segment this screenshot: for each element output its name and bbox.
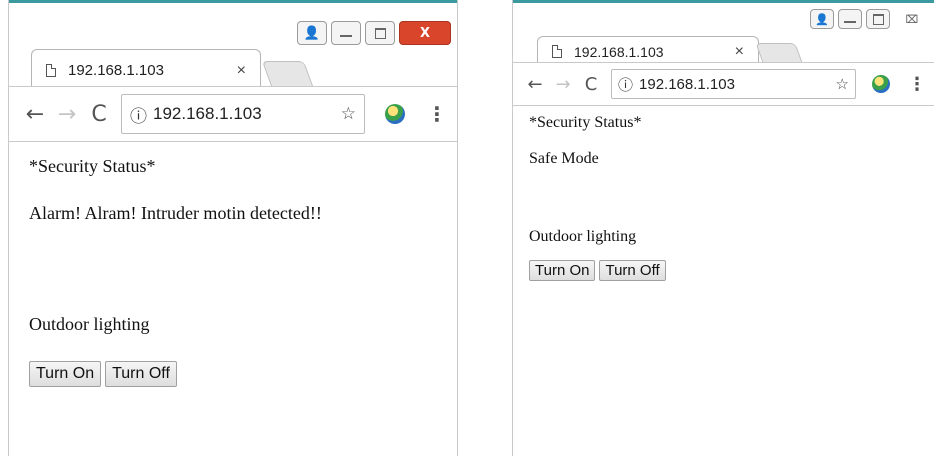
close-tab-icon[interactable]: × <box>237 62 246 80</box>
forward-button[interactable]: → <box>549 74 577 95</box>
browser-tab[interactable]: 192.168.1.103 × <box>31 49 261 91</box>
bookmark-star-icon[interactable]: ☆ <box>341 104 356 124</box>
user-profile-icon[interactable]: 👤 <box>297 21 327 45</box>
address-bar[interactable]: ⓘ 192.168.1.103 ☆ <box>611 69 856 99</box>
turn-off-button[interactable]: Turn Off <box>105 361 177 387</box>
forward-button[interactable]: → <box>51 102 83 127</box>
url-text[interactable]: 192.168.1.103 <box>639 76 836 93</box>
tab-title: 192.168.1.103 <box>68 62 164 79</box>
page-icon <box>46 64 56 77</box>
outdoor-lighting-label: Outdoor lighting <box>529 228 637 245</box>
new-tab-button[interactable] <box>755 43 803 63</box>
reload-button[interactable]: C <box>83 102 115 127</box>
security-status-message: Safe Mode <box>529 150 599 167</box>
turn-off-button[interactable]: Turn Off <box>599 260 666 281</box>
minimize-icon <box>340 35 352 37</box>
reload-button[interactable]: C <box>577 74 605 95</box>
close-tab-icon[interactable]: × <box>735 43 744 61</box>
security-status-heading: *Security Status* <box>529 114 642 131</box>
url-text[interactable]: 192.168.1.103 <box>153 104 341 124</box>
turn-on-button[interactable]: Turn On <box>29 361 102 387</box>
close-window-button[interactable]: X <box>399 21 451 45</box>
title-bar: 👤 X 192.168.1.103 × <box>9 0 457 91</box>
maximize-icon <box>872 13 884 25</box>
window-controls: 👤 X <box>297 21 451 45</box>
maximize-button[interactable] <box>365 21 395 45</box>
browser-toolbar: ← → C ⓘ 192.168.1.103 ☆ ⋮ <box>513 62 934 106</box>
tab-title: 192.168.1.103 <box>574 43 664 60</box>
turn-on-button[interactable]: Turn On <box>529 260 596 281</box>
page-content: *Security Status* Safe Mode Outdoor ligh… <box>513 106 934 456</box>
security-status-message: Alarm! Alram! Intruder motin detected!! <box>29 203 322 223</box>
address-bar[interactable]: ⓘ 192.168.1.103 ☆ <box>121 94 365 134</box>
maximize-icon <box>374 27 386 39</box>
browser-window-right: 👤 ⌧ 192.168.1.103 × ← → C ⓘ 192.168.1.10… <box>512 0 934 456</box>
browser-window-left: 👤 X 192.168.1.103 × ← → C ⓘ 192.168.1.10… <box>8 0 458 456</box>
info-icon[interactable]: ⓘ <box>130 102 147 127</box>
close-window-button[interactable]: ⌧ <box>894 9 930 29</box>
bookmark-star-icon[interactable]: ☆ <box>836 75 849 93</box>
info-icon[interactable]: ⓘ <box>618 74 633 95</box>
back-button[interactable]: ← <box>19 102 51 127</box>
window-controls: 👤 ⌧ <box>810 9 930 29</box>
minimize-button[interactable] <box>331 21 361 45</box>
new-tab-button[interactable] <box>261 61 315 89</box>
maximize-button[interactable] <box>866 9 890 29</box>
page-icon <box>552 45 562 58</box>
back-button[interactable]: ← <box>521 74 549 95</box>
menu-icon[interactable]: ⋮ <box>908 74 926 95</box>
title-bar: 👤 ⌧ 192.168.1.103 × <box>513 0 934 66</box>
extension-icon[interactable] <box>385 104 405 124</box>
security-status-heading: *Security Status* <box>29 156 156 176</box>
lighting-controls: Turn On Turn Off <box>29 361 437 387</box>
lighting-controls: Turn On Turn Off <box>529 260 918 281</box>
outdoor-lighting-label: Outdoor lighting <box>29 314 150 334</box>
minimize-icon <box>844 21 856 23</box>
extension-icon[interactable] <box>872 75 890 93</box>
browser-toolbar: ← → C ⓘ 192.168.1.103 ☆ ⋮ <box>9 86 457 142</box>
user-profile-icon[interactable]: 👤 <box>810 9 834 29</box>
page-content: *Security Status* Alarm! Alram! Intruder… <box>9 142 457 456</box>
minimize-button[interactable] <box>838 9 862 29</box>
menu-icon[interactable]: ⋮ <box>427 102 447 126</box>
